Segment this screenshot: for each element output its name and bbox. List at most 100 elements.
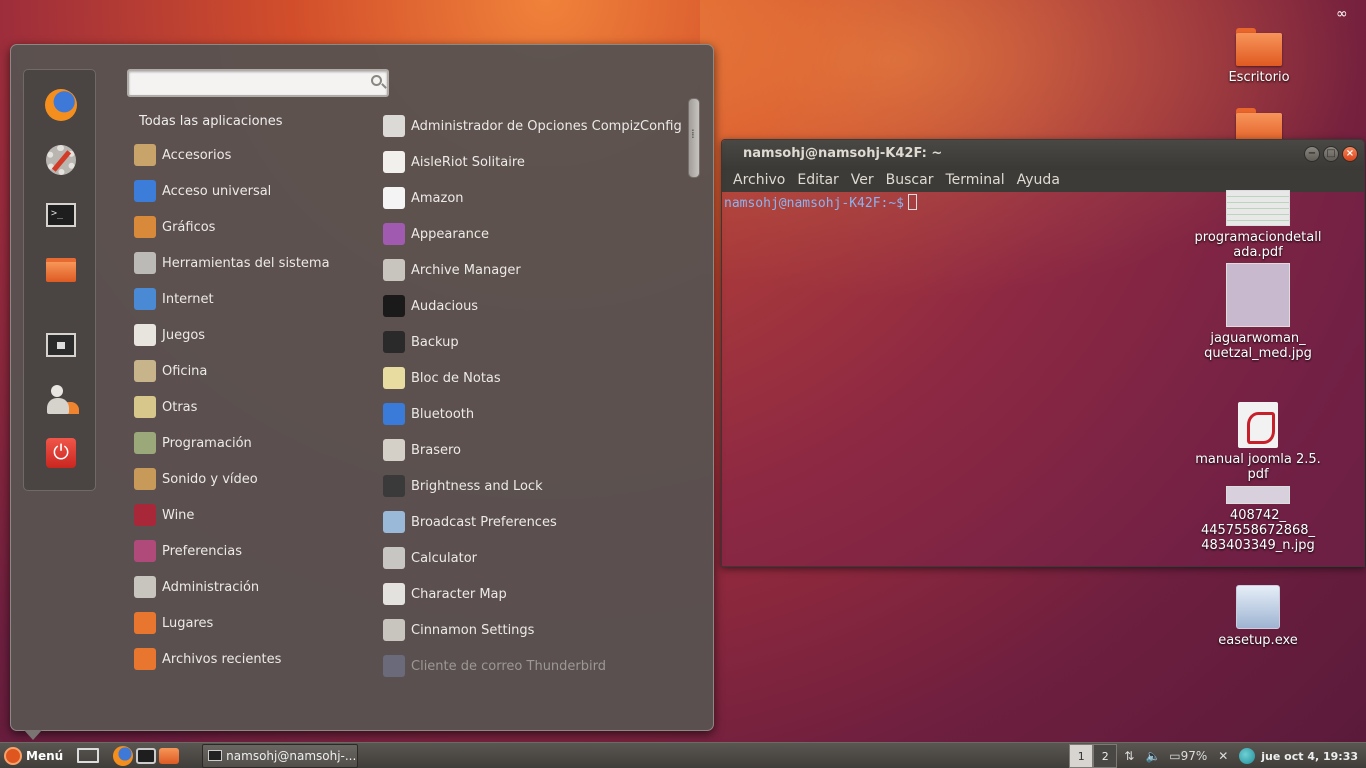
workspace-1[interactable]: 1 [1069, 744, 1094, 768]
calculator-icon [383, 547, 405, 569]
battery-indicator[interactable]: ▭97% [1169, 749, 1207, 763]
search-input[interactable] [129, 71, 359, 93]
category-item-oficina[interactable]: Oficina [131, 353, 361, 389]
app-item-administrador-de-opciones-compizconfig[interactable]: Administrador de Opciones CompizConfig [380, 108, 682, 144]
app-item-audacious[interactable]: Audacious [380, 288, 682, 324]
category-item-herramientas-del-sistema[interactable]: Herramientas del sistema [131, 245, 361, 281]
category-item-accesorios[interactable]: Accesorios [131, 137, 361, 173]
files-launcher-icon[interactable] [159, 747, 180, 764]
app-item-label: Bluetooth [411, 406, 475, 422]
category-item-sonido-y-video[interactable]: Sonido y vídeo [131, 461, 361, 497]
app-item-character-map[interactable]: Character Map [380, 576, 682, 612]
category-item-label: Wine [162, 507, 195, 523]
terminal-titlebar[interactable]: namsohj@namsohj-K42F: ~ − □ × [722, 140, 1364, 170]
network-icon[interactable]: ⇅ [1121, 749, 1137, 763]
desktop-icon-programaciondetallada[interactable]: programaciondetall ada.pdf [1188, 190, 1328, 260]
terminal-icon [208, 750, 223, 761]
category-item-label: Preferencias [162, 543, 243, 559]
app-list-scrollbar[interactable] [688, 98, 700, 705]
category-item-wine[interactable]: Wine [131, 497, 361, 533]
volume-icon[interactable]: 🔈 [1145, 749, 1161, 763]
menu-button[interactable]: Menú [0, 743, 69, 768]
category-item-acceso-universal[interactable]: Acceso universal [131, 173, 361, 209]
category-item-programacion[interactable]: Programación [131, 425, 361, 461]
app-item-label: Appearance [411, 226, 490, 242]
app-item-bloc-de-notas[interactable]: Bloc de Notas [380, 360, 682, 396]
app-item-archive-manager[interactable]: Archive Manager [380, 252, 682, 288]
category-item-juegos[interactable]: Juegos [131, 317, 361, 353]
app-item-amazon[interactable]: Amazon [380, 180, 682, 216]
tools-icon[interactable]: ✕ [1215, 749, 1231, 763]
app-item-cinnamon-settings[interactable]: Cinnamon Settings [380, 612, 682, 648]
category-item-label: Gráficos [162, 219, 216, 235]
app-item-brasero[interactable]: Brasero [380, 432, 682, 468]
category-item-archivos-recientes[interactable]: Archivos recientes [131, 641, 361, 677]
category-item-label: Lugares [162, 615, 214, 631]
menu-archivo[interactable]: Archivo [727, 170, 791, 192]
app-item-label: Archive Manager [411, 262, 521, 278]
installer-icon [1236, 585, 1280, 629]
show-desktop-button[interactable] [77, 748, 100, 763]
menu-ver[interactable]: Ver [845, 170, 880, 192]
app-item-label: Administrador de Opciones CompizConfig [411, 118, 682, 134]
app-item-label: Broadcast Preferences [411, 514, 557, 530]
menu-pointer-arrow [24, 730, 42, 740]
category-item-administracion[interactable]: Administración [131, 569, 361, 605]
app-item-cliente-de-correo-thunderbird[interactable]: Cliente de correo Thunderbird [380, 648, 682, 684]
desktop-icon-easetup[interactable]: easetup.exe [1188, 585, 1328, 648]
cinnamon-settings-icon [383, 619, 405, 641]
aisleriot-solitaire-icon [383, 151, 405, 173]
app-item-calculator[interactable]: Calculator [380, 540, 682, 576]
logout-button[interactable] [44, 383, 78, 417]
wine-icon [134, 504, 156, 526]
brightness-and-lock-icon [383, 475, 405, 497]
indicator-infinity-icon[interactable]: ∞ [1336, 7, 1352, 21]
graficos-icon [134, 216, 156, 238]
app-item-aisleriot-solitaire[interactable]: AisleRiot Solitaire [380, 144, 682, 180]
backup-icon [383, 331, 405, 353]
app-item-appearance[interactable]: Appearance [380, 216, 682, 252]
all-applications-category[interactable]: Todas las aplicaciones [139, 114, 283, 129]
clock[interactable]: jue oct 4, 19:33 [1261, 750, 1358, 763]
desktop-icon-408742[interactable]: 408742_ 4457558672868_ 483403349_n.jpg [1188, 486, 1328, 553]
favorite-settings[interactable] [44, 143, 78, 177]
search-field[interactable] [127, 69, 389, 97]
search-icon [371, 75, 382, 86]
category-item-lugares[interactable]: Lugares [131, 605, 361, 641]
scrollbar-thumb[interactable] [688, 98, 700, 178]
category-item-preferencias[interactable]: Preferencias [131, 533, 361, 569]
category-item-internet[interactable]: Internet [131, 281, 361, 317]
menu-terminal[interactable]: Terminal [939, 170, 1010, 192]
lock-screen-button[interactable] [44, 328, 78, 362]
desktop-icon-label-line: 483403349_n.jpg [1201, 538, 1315, 553]
desktop-icon-manual-joomla[interactable]: manual joomla 2.5. pdf [1188, 402, 1328, 482]
app-item-broadcast-preferences[interactable]: Broadcast Preferences [380, 504, 682, 540]
application-list: Administrador de Opciones CompizConfig Ai… [380, 108, 682, 691]
menu-buscar[interactable]: Buscar [880, 170, 940, 192]
close-button[interactable]: × [1342, 146, 1358, 162]
firefox-launcher-icon[interactable] [113, 745, 134, 766]
category-item-graficos[interactable]: Gráficos [131, 209, 361, 245]
taskbar-window-terminal[interactable]: namsohj@namsohj-... [202, 743, 359, 768]
amazon-icon [383, 187, 405, 209]
desktop-icon-escritorio[interactable]: Escritorio [1189, 28, 1329, 85]
minimize-button[interactable]: − [1304, 146, 1320, 162]
menu-editar[interactable]: Editar [791, 170, 844, 192]
administracion-icon [134, 576, 156, 598]
favorite-home-folder[interactable] [44, 253, 78, 287]
workspace-2[interactable]: 2 [1093, 744, 1118, 768]
app-item-brightness-and-lock[interactable]: Brightness and Lock [380, 468, 682, 504]
favorite-terminal[interactable]: >_ [44, 198, 78, 232]
desktop-icon-jaguarwoman[interactable]: jaguarwoman_ quetzal_med.jpg [1188, 263, 1328, 361]
globe-icon[interactable] [1239, 748, 1256, 764]
shutdown-button[interactable]: ⏻ [44, 436, 78, 470]
terminal-launcher-icon[interactable] [136, 747, 157, 764]
maximize-button[interactable]: □ [1323, 146, 1339, 162]
menu-ayuda[interactable]: Ayuda [1011, 170, 1066, 192]
programacion-icon [134, 432, 156, 454]
category-item-otras[interactable]: Otras [131, 389, 361, 425]
favorite-firefox[interactable] [44, 88, 78, 122]
herramientas-del-sistema-icon [134, 252, 156, 274]
app-item-backup[interactable]: Backup [380, 324, 682, 360]
app-item-bluetooth[interactable]: Bluetooth [380, 396, 682, 432]
